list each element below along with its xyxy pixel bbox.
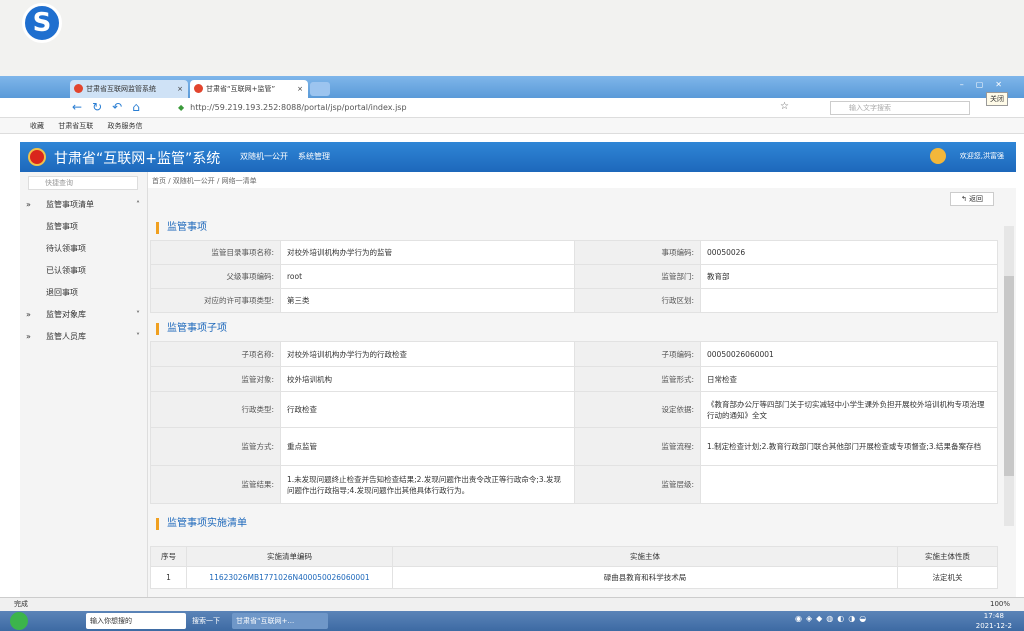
clock: 17:48 2021-12-2 xyxy=(975,612,1012,630)
system-tray: ◉◈◆◍◐◑◒ xyxy=(795,614,871,623)
taskbar: 输入你想搜的 搜索一下 甘肃省“互联网+... ◉◈◆◍◐◑◒ 17:48 202… xyxy=(0,611,1024,631)
os-layer: 完成 100% 输入你想搜的 搜索一下 甘肃省“互联网+... ◉◈◆◍◐◑◒ 1… xyxy=(0,76,1024,631)
taskbar-search-input[interactable]: 输入你想搜的 xyxy=(86,613,186,629)
zoom-level[interactable]: 100% xyxy=(990,598,1010,611)
start-button[interactable] xyxy=(10,612,28,630)
status-bar: 完成 100% xyxy=(0,597,1024,611)
browser-logo: S xyxy=(22,3,62,43)
taskbar-browser-item[interactable]: 甘肃省“互联网+... xyxy=(232,613,328,629)
taskbar-search-button[interactable]: 搜索一下 xyxy=(188,613,228,629)
close-tooltip: 关闭 xyxy=(986,92,1008,106)
